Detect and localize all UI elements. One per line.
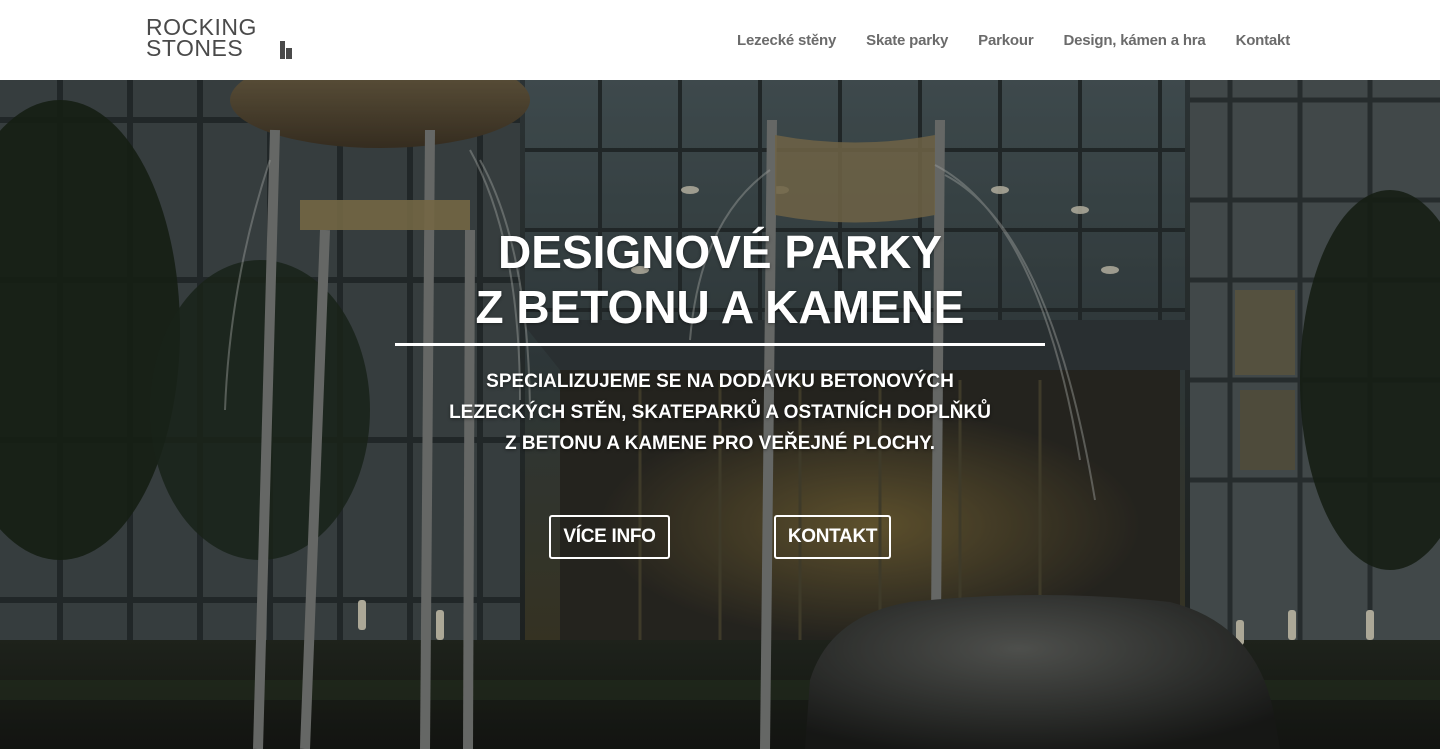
nav-item-skate-parky[interactable]: Skate parky bbox=[866, 32, 948, 49]
contact-button[interactable]: KONTAKT bbox=[774, 515, 891, 559]
hero-title-line-2: Z BETONU A KAMENE bbox=[475, 281, 965, 333]
site-logo[interactable]: ROCKING STONES bbox=[146, 16, 296, 63]
hero-title: DESIGNOVÉ PARKY Z BETONU A KAMENE bbox=[0, 225, 1440, 335]
nav-item-kontakt[interactable]: Kontakt bbox=[1236, 32, 1291, 49]
hero-subtitle-line-1: SPECIALIZUJEME SE NA DODÁVKU BETONOVÝCH bbox=[486, 371, 954, 392]
site-header: ROCKING STONES Lezecké stěny Skate parky… bbox=[0, 0, 1440, 80]
logo-line-2: STONES bbox=[146, 35, 244, 61]
hero-title-line-1: DESIGNOVÉ PARKY bbox=[498, 226, 942, 278]
nav-item-lezecke-steny[interactable]: Lezecké stěny bbox=[737, 32, 836, 49]
hero-divider bbox=[395, 343, 1045, 346]
nav-item-design-kamen-hra[interactable]: Design, kámen a hra bbox=[1063, 32, 1205, 49]
logo-mark-icon bbox=[280, 41, 293, 59]
hero-subtitle-line-2: LEZECKÝCH STĚN, SKATEPARKŮ A OSTATNÍCH D… bbox=[449, 402, 991, 423]
hero-subtitle-line-3: Z BETONU A KAMENE PRO VEŘEJNÉ PLOCHY. bbox=[504, 433, 936, 454]
nav-item-parkour[interactable]: Parkour bbox=[978, 32, 1033, 49]
hero-content: DESIGNOVÉ PARKY Z BETONU A KAMENE SPECIA… bbox=[0, 80, 1440, 749]
more-info-button[interactable]: VÍCE INFO bbox=[549, 515, 670, 559]
hero-subtitle: SPECIALIZUJEME SE NA DODÁVKU BETONOVÝCH … bbox=[0, 366, 1440, 459]
hero-section: DESIGNOVÉ PARKY Z BETONU A KAMENE SPECIA… bbox=[0, 80, 1440, 749]
main-nav: Lezecké stěny Skate parky Parkour Design… bbox=[737, 0, 1290, 80]
